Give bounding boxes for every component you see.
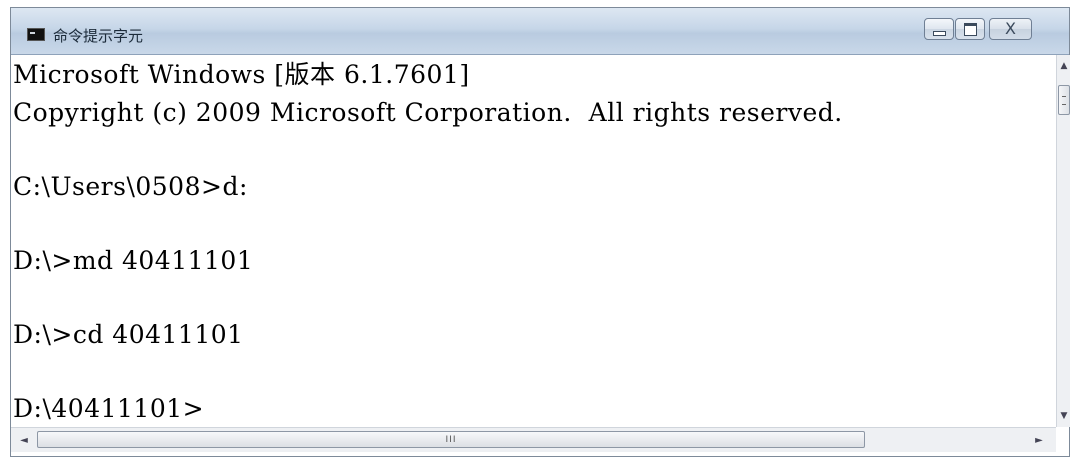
console-line-change-drive: C:\Users\0508>d: <box>13 172 248 201</box>
scroll-down-arrow-icon[interactable]: ▼ <box>1059 409 1069 423</box>
scroll-up-arrow-icon[interactable]: ▲ <box>1059 59 1069 73</box>
minimize-icon <box>932 30 946 36</box>
title-bar[interactable]: 命令提示字元 X <box>11 8 1069 55</box>
maximize-icon <box>963 22 977 36</box>
console-line-prompt: D:\40411101> <box>13 394 205 423</box>
scroll-right-arrow-icon[interactable]: ► <box>1032 432 1046 448</box>
window-title: 命令提示字元 <box>53 27 144 45</box>
vertical-scrollbar[interactable]: ▲ ▼ <box>1056 55 1070 427</box>
horizontal-scrollbar[interactable]: ◄ III ► <box>11 427 1056 452</box>
scroll-thumb-grip: III <box>445 434 457 445</box>
console-line-make-dir: D:\>md 40411101 <box>13 246 254 275</box>
cmd-icon[interactable] <box>27 28 45 41</box>
close-icon: X <box>1005 19 1016 38</box>
console-line-change-dir: D:\>cd 40411101 <box>13 320 244 349</box>
console-line-copyright: Copyright (c) 2009 Microsoft Corporation… <box>13 98 843 127</box>
scroll-left-arrow-icon[interactable]: ◄ <box>17 432 31 448</box>
horizontal-scroll-thumb[interactable]: III <box>37 431 865 448</box>
console-line-version: Microsoft Windows [版本 6.1.7601] <box>13 60 470 89</box>
console-output[interactable]: Microsoft Windows [版本 6.1.7601] Copyrigh… <box>11 55 1056 427</box>
close-button[interactable]: X <box>989 18 1032 40</box>
command-prompt-window: 命令提示字元 X Microsoft Windows [版本 6.1.7601]… <box>10 7 1070 457</box>
maximize-button[interactable] <box>955 18 985 40</box>
vertical-scroll-thumb[interactable] <box>1058 85 1070 115</box>
minimize-button[interactable] <box>924 18 954 40</box>
